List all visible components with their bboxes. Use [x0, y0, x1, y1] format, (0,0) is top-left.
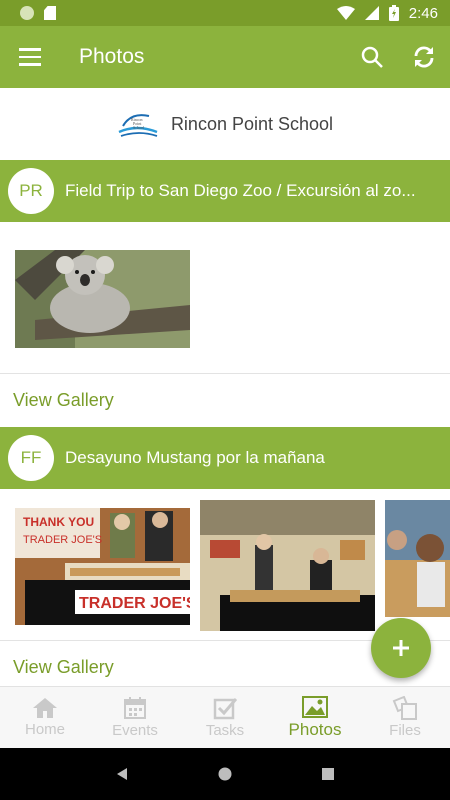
- nav-label: Home: [24, 721, 65, 738]
- home-circle-icon[interactable]: [218, 767, 232, 781]
- koala-photo[interactable]: [15, 250, 190, 348]
- system-navigation-bar: [0, 748, 450, 800]
- post-title: Desayuno Mustang por la mañana: [65, 448, 325, 467]
- status-time: 2:46: [408, 4, 438, 22]
- app-bar: Photos: [0, 26, 450, 88]
- school-logo: Rincon Point School: [118, 114, 158, 137]
- nav-item-photos[interactable]: Photos: [270, 687, 360, 748]
- home-icon: [33, 698, 57, 718]
- status-bar: 2:46: [0, 0, 450, 26]
- files-icon: [392, 696, 417, 720]
- page-title: Photos: [79, 45, 145, 68]
- svg-text:TRADER JOE'S: TRADER JOE'S: [79, 595, 190, 612]
- view-gallery-link[interactable]: View Gallery: [13, 657, 114, 678]
- post-header[interactable]: PR Field Trip to San Diego Zoo / Excursi…: [0, 160, 450, 222]
- school-name: Rincon Point School: [170, 113, 334, 134]
- trader-joes-table-image: THANK YOU TRADER JOE'S TRADER JOE'S: [15, 508, 190, 625]
- nav-label: Events: [112, 722, 158, 739]
- post-title: Field Trip to San Diego Zoo / Excursión …: [65, 181, 416, 200]
- nav-item-events[interactable]: Events: [90, 687, 180, 748]
- sd-card-icon: [44, 6, 56, 20]
- nav-item-files[interactable]: Files: [360, 687, 450, 748]
- bottom-navigation: Home Events Tasks Photos Files: [0, 686, 450, 748]
- svg-text:THANK YOU: THANK YOU: [23, 515, 94, 529]
- avatar: FF: [8, 435, 54, 481]
- avatar: PR: [8, 168, 54, 214]
- menu-icon[interactable]: [0, 26, 60, 88]
- breakfast-photo-2[interactable]: [200, 500, 375, 631]
- notification-dot-icon: [20, 6, 34, 20]
- nav-item-home[interactable]: Home: [0, 687, 90, 748]
- nav-item-tasks[interactable]: Tasks: [180, 687, 270, 748]
- wifi-icon: [336, 6, 355, 20]
- calendar-icon: [124, 697, 146, 719]
- search-button[interactable]: [346, 26, 398, 88]
- battery-icon: [388, 5, 399, 21]
- students-image: [385, 500, 450, 617]
- cafeteria-image: [200, 500, 375, 631]
- school-header: Rincon Point School Rincon Point School: [0, 88, 450, 160]
- breakfast-photo-3[interactable]: [385, 500, 450, 617]
- add-photo-button[interactable]: [371, 618, 431, 678]
- checkbox-icon: [213, 698, 237, 720]
- svg-text:School: School: [133, 125, 145, 130]
- back-icon[interactable]: [115, 767, 129, 781]
- breakfast-photo-1[interactable]: THANK YOU TRADER JOE'S TRADER JOE'S: [15, 508, 190, 625]
- svg-text:TRADER JOE'S: TRADER JOE'S: [23, 534, 102, 546]
- image-icon: [302, 695, 328, 718]
- nav-label: Tasks: [205, 722, 245, 739]
- nav-label: Photos: [288, 719, 342, 739]
- refresh-button[interactable]: [398, 26, 450, 88]
- search-icon: [361, 46, 383, 68]
- view-gallery-link[interactable]: View Gallery: [13, 390, 114, 411]
- nav-label: Files: [389, 722, 421, 739]
- plus-icon: [393, 640, 409, 656]
- signal-icon: [364, 6, 379, 20]
- divider: [0, 373, 450, 374]
- post-header[interactable]: FF Desayuno Mustang por la mañana: [0, 427, 450, 489]
- koala-image: [15, 250, 190, 348]
- recents-icon[interactable]: [321, 767, 335, 781]
- refresh-icon: [414, 46, 434, 68]
